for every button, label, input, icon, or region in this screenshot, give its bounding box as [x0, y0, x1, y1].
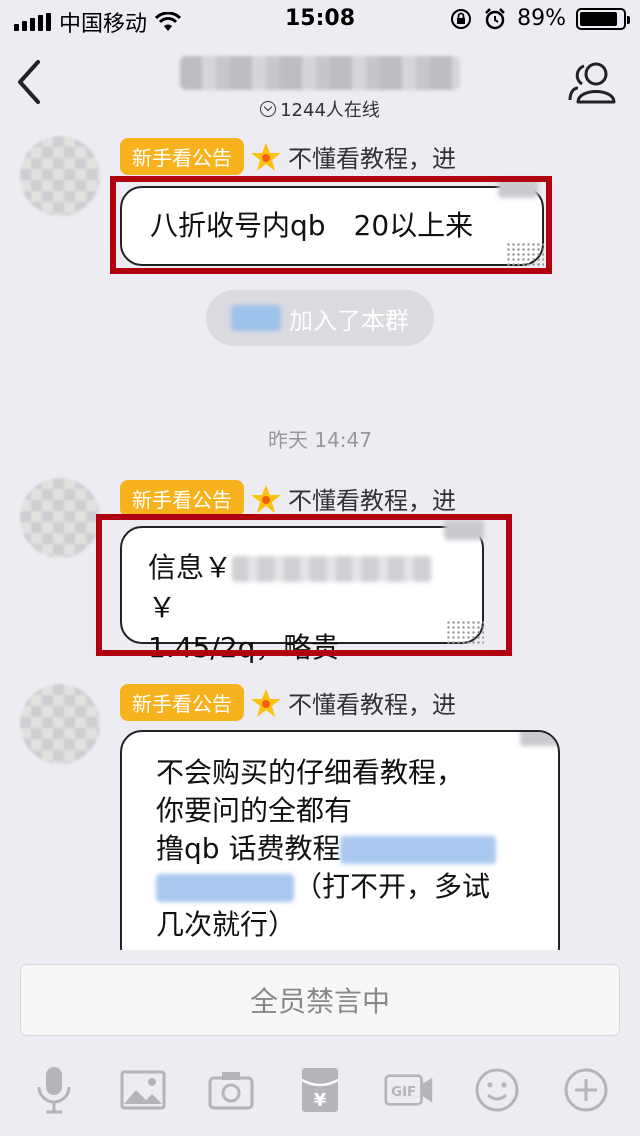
- member-tag: 新手看公告: [120, 480, 244, 517]
- blurred-link[interactable]: [156, 874, 294, 902]
- star-icon: [251, 142, 281, 171]
- input-toolbar: ¥ GIF: [0, 1055, 640, 1125]
- rotation-lock-icon: [451, 8, 472, 29]
- battery-percent: 89%: [517, 6, 566, 31]
- sender-name: 不懂看教程，进: [288, 691, 456, 719]
- message-line: 你要问的全都有: [156, 794, 353, 827]
- message-line: （打不开，多试: [156, 868, 524, 906]
- member-tag: 新手看公告: [120, 138, 244, 175]
- avatar[interactable]: [20, 136, 100, 216]
- online-status[interactable]: 1244人在线: [0, 96, 640, 122]
- group-members-icon[interactable]: [566, 58, 618, 106]
- avatar[interactable]: [20, 478, 100, 558]
- blurred-username: [231, 305, 281, 331]
- message-line: 不会购买的仔细看教程，: [156, 756, 465, 789]
- blurred-link[interactable]: [340, 836, 497, 864]
- chat-header: 1244人在线: [0, 40, 640, 126]
- highlight-box: [96, 514, 512, 656]
- red-packet-icon[interactable]: ¥: [295, 1065, 345, 1115]
- message-line: 撸qb 话费教程: [156, 830, 524, 868]
- microphone-icon[interactable]: [29, 1065, 79, 1115]
- star-icon: [251, 484, 281, 513]
- sender-name: 不懂看教程，进: [288, 145, 456, 173]
- star-icon: [251, 688, 281, 717]
- online-count: 1244人在线: [280, 100, 380, 121]
- alarm-icon: [485, 7, 505, 29]
- avatar[interactable]: [20, 684, 100, 764]
- highlight-box: [110, 176, 552, 274]
- sender-meta: 新手看公告 不懂看教程，进: [120, 480, 456, 517]
- join-text: 加入了本群: [289, 306, 409, 335]
- message-line: 几次就行）: [156, 908, 297, 941]
- image-icon[interactable]: [118, 1065, 168, 1115]
- sender-name: 不懂看教程，进: [288, 487, 456, 515]
- system-join-message: 加入了本群: [206, 290, 434, 346]
- camera-icon[interactable]: [206, 1065, 256, 1115]
- plus-icon[interactable]: [561, 1065, 611, 1115]
- sender-meta: 新手看公告 不懂看教程，进: [120, 684, 456, 721]
- emoji-icon[interactable]: [472, 1065, 522, 1115]
- status-bar: 中国移动 15:08 89%: [0, 0, 640, 40]
- message-text: 撸qb 话费教程: [156, 832, 341, 865]
- message-input-disabled[interactable]: 全员禁言中: [20, 964, 620, 1036]
- blurred-content: [520, 732, 558, 746]
- group-title-obscured[interactable]: [180, 56, 460, 90]
- chevron-down-icon: [260, 101, 277, 117]
- gif-icon[interactable]: GIF: [383, 1065, 434, 1115]
- timestamp: 昨天 14:47: [268, 428, 372, 452]
- input-placeholder: 全员禁言中: [249, 985, 390, 1018]
- gif-label: GIF: [391, 1085, 416, 1100]
- battery-icon: [576, 7, 630, 30]
- message-bubble[interactable]: 不会购买的仔细看教程， 你要问的全都有 撸qb 话费教程 （打不开，多试 几次就…: [120, 730, 560, 970]
- member-tag: 新手看公告: [120, 684, 244, 721]
- sender-meta: 新手看公告 不懂看教程，进: [120, 138, 456, 175]
- yen-glyph: ¥: [314, 1090, 327, 1111]
- message-text: （打不开，多试: [294, 870, 491, 903]
